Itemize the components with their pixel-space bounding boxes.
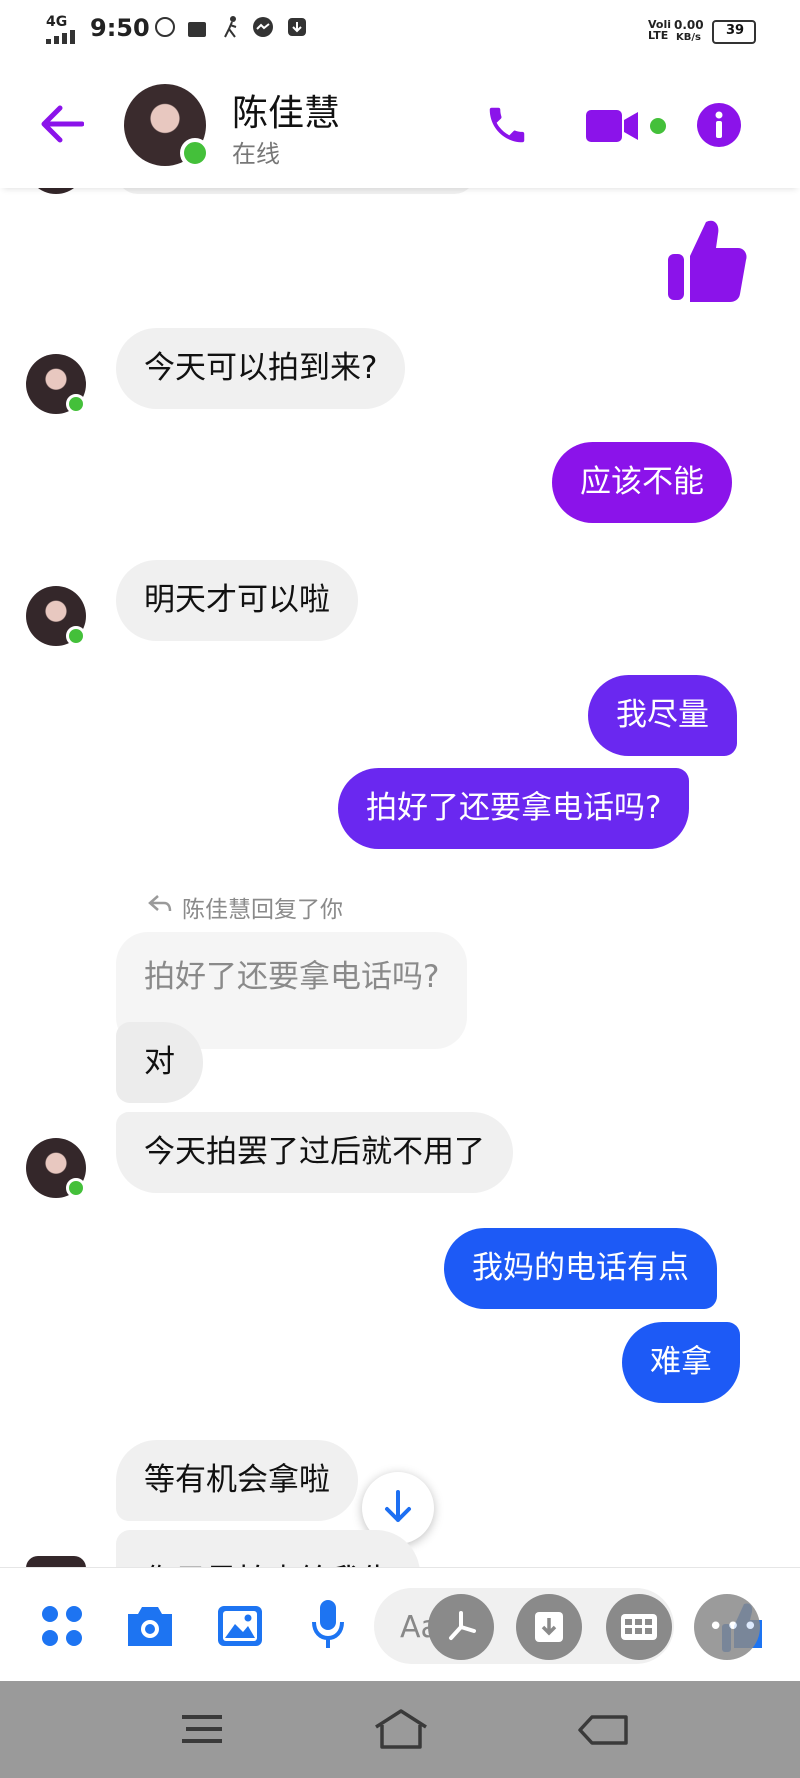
incoming-message[interactable]: 今天可以拍到来? xyxy=(116,328,406,409)
status-bar: 4G 9:50 Voli LTE 0.00 KB/s 39 xyxy=(0,0,800,62)
reply-arrow-icon xyxy=(148,895,172,912)
camera-icon[interactable] xyxy=(124,1604,176,1648)
home-icon[interactable] xyxy=(374,1709,428,1749)
outgoing-message[interactable]: 拍好了还要拿电话吗? xyxy=(338,768,690,849)
presence-status: 在线 xyxy=(232,140,280,168)
microphone-icon[interactable] xyxy=(310,1598,346,1652)
keyboard-icon xyxy=(621,1614,657,1640)
contact-avatar-small xyxy=(26,586,86,646)
messenger-icon xyxy=(253,17,273,37)
outgoing-message[interactable]: 难拿 xyxy=(622,1322,740,1403)
battery-level: 39 xyxy=(726,23,745,38)
incoming-message[interactable]: 你只是拍点给我告 xyxy=(116,1530,420,1567)
incoming-message-partial: 你只是拍点给我告 xyxy=(116,1530,452,1567)
menu-icon[interactable] xyxy=(182,1713,224,1745)
overlay-pinwheel-button[interactable] xyxy=(428,1594,494,1660)
battery-icon: 39 xyxy=(712,20,756,44)
outgoing-message[interactable]: 我尽量 xyxy=(588,675,737,756)
gallery-icon[interactable] xyxy=(216,1604,264,1648)
volte-indicator: Voli LTE xyxy=(648,18,672,42)
video-camera-icon[interactable] xyxy=(586,108,640,144)
clock: 9:50 xyxy=(90,14,150,42)
arrow-down-icon xyxy=(385,1490,411,1522)
net-speed-unit: KB/s xyxy=(676,32,701,43)
contact-avatar-small xyxy=(26,354,86,414)
incoming-message[interactable]: 明天才可以啦 xyxy=(116,560,358,641)
back-icon[interactable] xyxy=(578,1713,630,1747)
outgoing-message[interactable]: 应该不能 xyxy=(552,442,732,523)
composer-bar: Aa ••• xyxy=(0,1567,800,1682)
contact-avatar-small xyxy=(26,1138,86,1198)
online-indicator xyxy=(180,138,210,168)
pinwheel-icon xyxy=(449,1611,476,1640)
net-speed: 0.00 xyxy=(674,18,704,32)
reply-header: 陈佳慧回复了你 xyxy=(182,897,343,923)
online-indicator xyxy=(66,626,86,646)
phone-icon[interactable] xyxy=(484,102,530,148)
system-navigation-bar xyxy=(0,1681,800,1778)
online-indicator xyxy=(66,394,86,414)
whatsapp-icon xyxy=(155,17,175,37)
download-icon xyxy=(535,1612,563,1642)
network-indicator: 4G xyxy=(46,14,68,30)
more-icon: ••• xyxy=(708,1612,761,1642)
online-indicator xyxy=(66,1178,86,1198)
download-notification-icon xyxy=(288,18,306,36)
outgoing-message[interactable]: 我妈的电话有点 xyxy=(444,1228,717,1309)
incoming-message[interactable]: 对 xyxy=(116,1022,203,1103)
overlay-download-button[interactable] xyxy=(516,1594,582,1660)
like-sticker-icon xyxy=(668,220,747,302)
bag-icon xyxy=(188,22,206,37)
contact-name[interactable]: 陈佳慧 xyxy=(232,84,340,136)
back-arrow-icon[interactable] xyxy=(40,104,84,144)
walk-icon xyxy=(224,16,237,38)
apps-icon[interactable] xyxy=(40,1604,84,1648)
incoming-message[interactable]: 等有机会拿啦 xyxy=(116,1440,358,1521)
overlay-keyboard-button[interactable] xyxy=(606,1594,672,1660)
info-icon[interactable] xyxy=(696,102,742,148)
signal-icon xyxy=(46,30,75,44)
video-online-dot xyxy=(650,118,666,134)
conversation-header: 陈佳慧 在线 xyxy=(0,62,800,188)
incoming-message[interactable]: 今天拍罢了过后就不用了 xyxy=(116,1112,513,1193)
overlay-more-button[interactable]: ••• xyxy=(694,1594,760,1660)
